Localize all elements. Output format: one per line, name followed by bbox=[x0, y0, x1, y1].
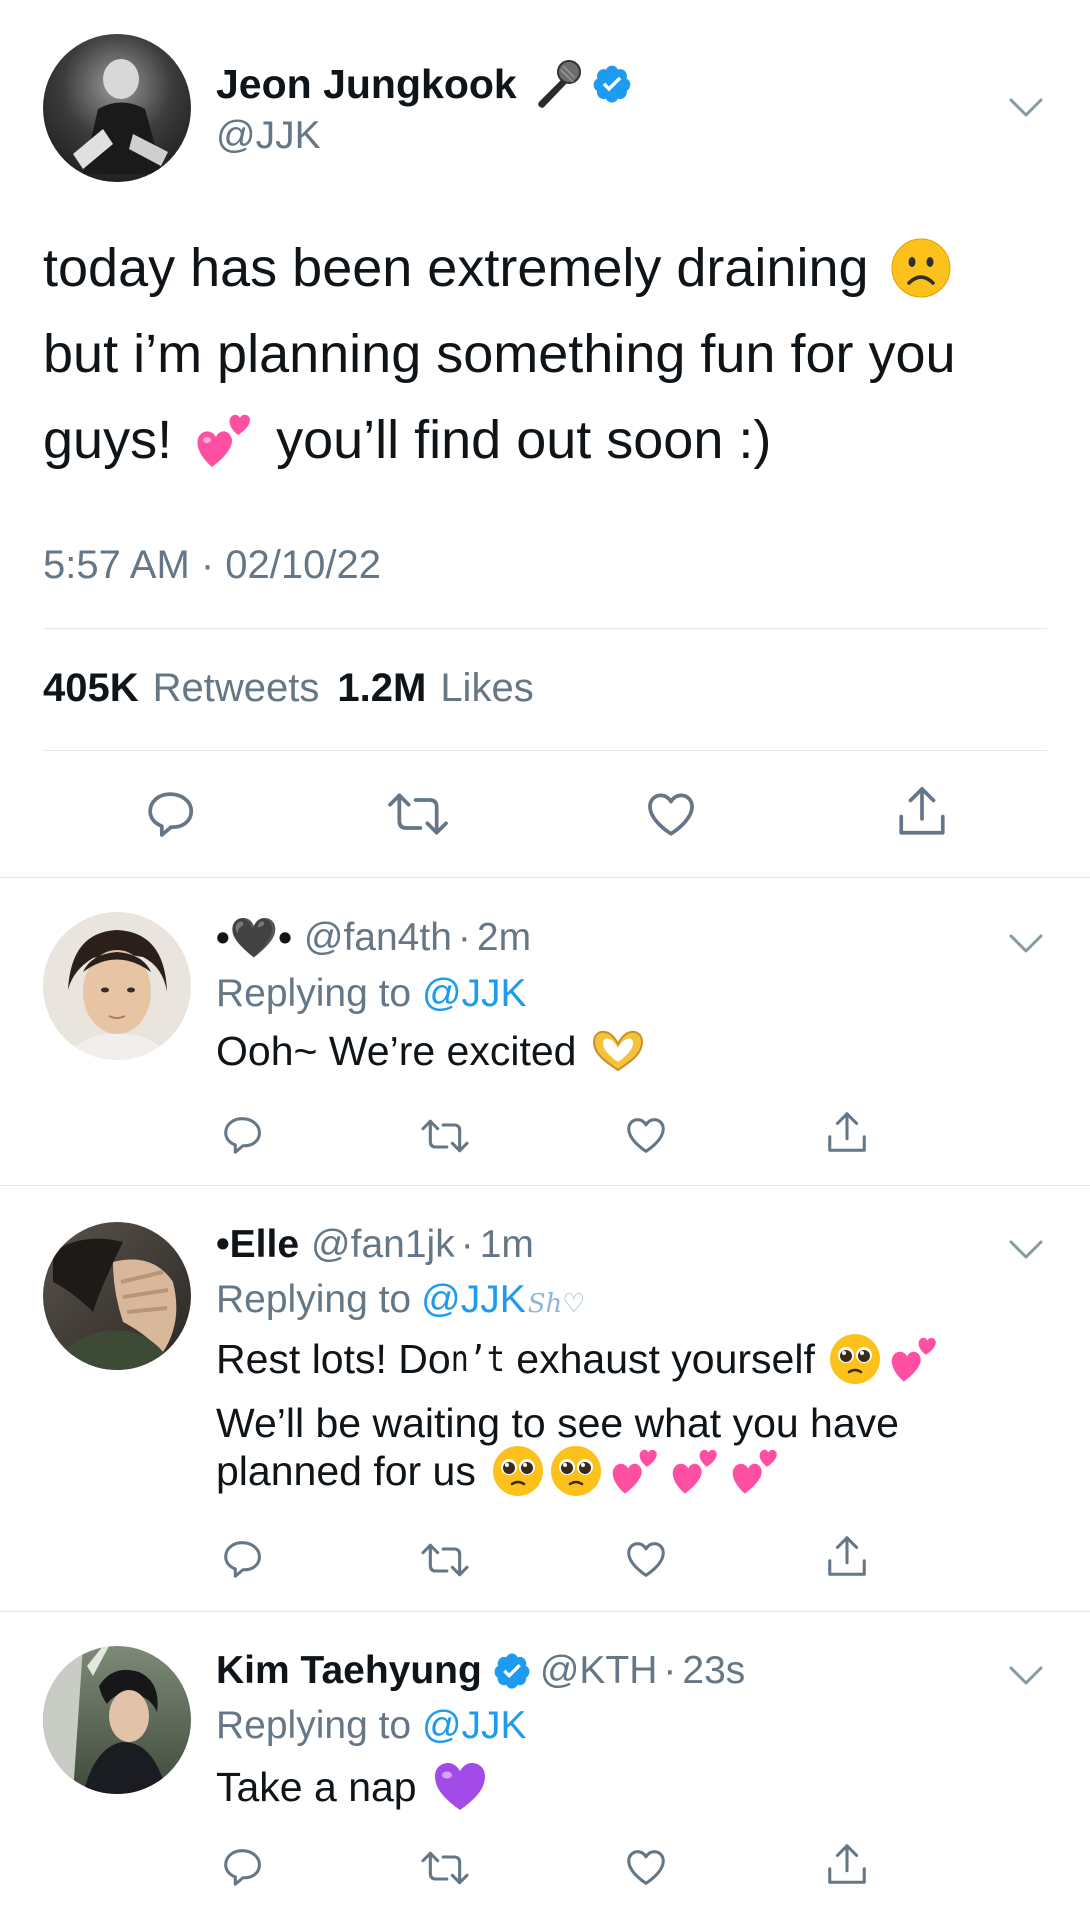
reply-text-line-1c: exhaust yourself bbox=[504, 1335, 815, 1382]
avatar[interactable] bbox=[43, 34, 191, 182]
author-name[interactable]: Jeon Jungkook bbox=[216, 61, 517, 108]
reply-author-handle[interactable]: @fan4th bbox=[304, 916, 452, 960]
tweet-timestamp[interactable]: 5:57 AM · 02/10/22 bbox=[43, 543, 381, 588]
replying-to-label: Replying to bbox=[216, 972, 412, 1015]
frowning-face-emoji-icon bbox=[891, 238, 951, 298]
separator-dot: · bbox=[460, 1223, 474, 1266]
reply-author-handle[interactable]: @KTH bbox=[540, 1649, 658, 1693]
reply-text: Take a nap bbox=[216, 1763, 417, 1810]
avatar[interactable] bbox=[43, 912, 191, 1060]
replying-to-link[interactable]: @JJK bbox=[422, 972, 527, 1015]
chevron-down-icon[interactable] bbox=[1008, 932, 1044, 956]
pleading-face-emoji-icon bbox=[550, 1445, 602, 1497]
verified-badge-icon bbox=[492, 1651, 532, 1691]
handwritten-scribble: Sh♡ bbox=[527, 1289, 586, 1319]
two-hearts-emoji-icon bbox=[608, 1445, 662, 1497]
reply-text-line-3: planned for us bbox=[216, 1447, 476, 1494]
retweets-label[interactable]: Retweets bbox=[153, 666, 320, 711]
like-heart-icon[interactable] bbox=[622, 1536, 670, 1582]
reply-author-name[interactable]: •🖤• bbox=[216, 915, 292, 961]
avatar[interactable] bbox=[43, 1646, 191, 1794]
like-heart-icon[interactable] bbox=[622, 1112, 670, 1158]
reply-time[interactable]: 23s bbox=[682, 1649, 745, 1693]
avatar[interactable] bbox=[43, 1222, 191, 1370]
reply-icon[interactable] bbox=[142, 786, 198, 842]
replying-to-label: Replying to bbox=[216, 1704, 412, 1747]
reply-author-handle[interactable]: @fan1jk bbox=[311, 1223, 455, 1267]
likes-count[interactable]: 1.2M bbox=[337, 666, 426, 711]
share-icon[interactable] bbox=[824, 1532, 870, 1582]
reply-author-name[interactable]: •Elle bbox=[216, 1223, 299, 1267]
reply-icon[interactable] bbox=[219, 1536, 265, 1582]
reply-time[interactable]: 1m bbox=[480, 1223, 534, 1267]
separator-dot: · bbox=[457, 916, 471, 959]
replying-to-label: Replying to bbox=[216, 1278, 412, 1321]
replying-to-link[interactable]: @JJK bbox=[422, 1704, 527, 1747]
main-tweet: Jeon Jungkook @JJK today has been extrem… bbox=[0, 0, 1090, 878]
heart-hands-emoji-icon bbox=[590, 1028, 646, 1074]
share-icon[interactable] bbox=[894, 782, 950, 842]
retweet-icon[interactable] bbox=[418, 1538, 472, 1582]
reply-time[interactable]: 2m bbox=[477, 916, 531, 960]
reply-text: Ooh~ We’re excited bbox=[216, 1027, 577, 1074]
reply-icon[interactable] bbox=[219, 1112, 265, 1158]
separator-dot: · bbox=[663, 1649, 677, 1692]
retweet-icon[interactable] bbox=[418, 1114, 472, 1158]
likes-label[interactable]: Likes bbox=[440, 666, 533, 711]
verified-badge-icon bbox=[591, 63, 633, 105]
tweet-text-line-2: but i’m planning something fun for you bbox=[43, 324, 956, 384]
reply-tweet[interactable]: Kim Taehyung @KTH · 23s Replying to @JJK… bbox=[0, 1612, 1090, 1920]
two-hearts-emoji-icon bbox=[668, 1445, 722, 1497]
tweet-text-line-1: today has been extremely draining bbox=[43, 238, 869, 298]
retweet-icon[interactable] bbox=[384, 786, 452, 842]
tweet-text-line-3a: guys! bbox=[43, 410, 173, 470]
purple-heart-emoji-icon bbox=[433, 1762, 487, 1812]
divider bbox=[43, 750, 1047, 751]
divider bbox=[43, 628, 1047, 629]
reply-text-line-1a: Rest lots! Do bbox=[216, 1335, 451, 1382]
like-heart-icon[interactable] bbox=[642, 786, 700, 842]
tweet-text-line-3b: you’ll find out soon :) bbox=[276, 410, 772, 470]
reply-text-line-2: We’ll be waiting to see what you have bbox=[216, 1400, 899, 1446]
author-handle[interactable]: @JJK bbox=[216, 114, 321, 158]
reply-text-line-1b: n’t bbox=[450, 1338, 505, 1380]
reply-author-name[interactable]: Kim Taehyung bbox=[216, 1649, 482, 1693]
retweets-count[interactable]: 405K bbox=[43, 666, 139, 711]
two-hearts-emoji-icon bbox=[887, 1333, 941, 1385]
pleading-face-emoji-icon bbox=[829, 1333, 881, 1385]
two-hearts-emoji-icon bbox=[728, 1445, 782, 1497]
like-heart-icon[interactable] bbox=[622, 1844, 670, 1890]
retweet-icon[interactable] bbox=[418, 1846, 472, 1890]
share-icon[interactable] bbox=[824, 1840, 870, 1890]
pleading-face-emoji-icon bbox=[492, 1445, 544, 1497]
reply-tweet[interactable]: •Elle @fan1jk · 1m Replying to @JJK Sh♡ … bbox=[0, 1186, 1090, 1612]
reply-icon[interactable] bbox=[219, 1844, 265, 1890]
chevron-down-icon[interactable] bbox=[1008, 1664, 1044, 1688]
two-hearts-emoji-icon bbox=[192, 409, 256, 471]
chevron-down-icon[interactable] bbox=[1008, 1238, 1044, 1262]
replying-to-link[interactable]: @JJK bbox=[421, 1278, 526, 1322]
share-icon[interactable] bbox=[824, 1108, 870, 1158]
chevron-down-icon[interactable] bbox=[1008, 96, 1044, 120]
reply-tweet[interactable]: •🖤• @fan4th · 2m Replying to @JJK Ooh~ W… bbox=[0, 878, 1090, 1186]
microphone-icon bbox=[529, 58, 585, 110]
